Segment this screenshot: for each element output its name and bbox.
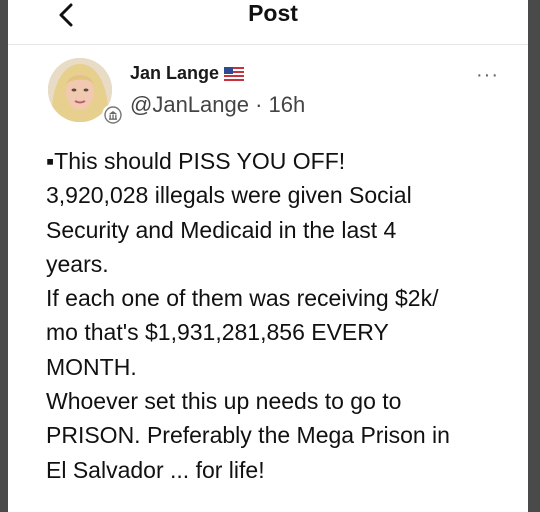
- author-name[interactable]: Jan Lange: [130, 63, 245, 84]
- post-line: El Salvador ... for life!: [46, 456, 265, 483]
- post-line: If each one of them was receiving $2k/: [46, 285, 439, 312]
- verified-badge: [102, 104, 124, 126]
- post-line: Security and Medicaid in the last 4: [46, 216, 397, 243]
- post-text: ▪This should PISS YOU OFF! 3,920,028 ill…: [46, 144, 516, 487]
- government-icon: [104, 106, 122, 124]
- post-screen: Post Jan Lange @JanLange · 16h ··· ▪This…: [8, 0, 528, 512]
- post-line: ▪This should PISS YOU OFF!: [46, 148, 346, 174]
- post-line: Whoever set this up needs to go to: [46, 388, 402, 415]
- post-line: mo that's $1,931,281,856 EVERY: [46, 319, 389, 346]
- top-bar: Post: [8, 0, 528, 45]
- post-line: years.: [46, 250, 109, 277]
- us-flag-icon: [224, 66, 245, 81]
- author-display-name: Jan Lange: [130, 63, 220, 83]
- more-options-button[interactable]: ···: [476, 64, 499, 87]
- post-time: 16h: [268, 92, 306, 117]
- author-handle[interactable]: @JanLange: [130, 92, 249, 117]
- page-title: Post: [248, 0, 298, 26]
- post-line: MONTH.: [46, 353, 137, 380]
- more-horizontal-icon: ···: [476, 64, 499, 86]
- post-line: PRISON. Preferably the Mega Prison in: [46, 422, 450, 449]
- separator: ·: [248, 92, 269, 117]
- author-handle-line: @JanLange · 16h: [130, 92, 305, 118]
- post-line: 3,920,028 illegals were given Social: [46, 182, 412, 209]
